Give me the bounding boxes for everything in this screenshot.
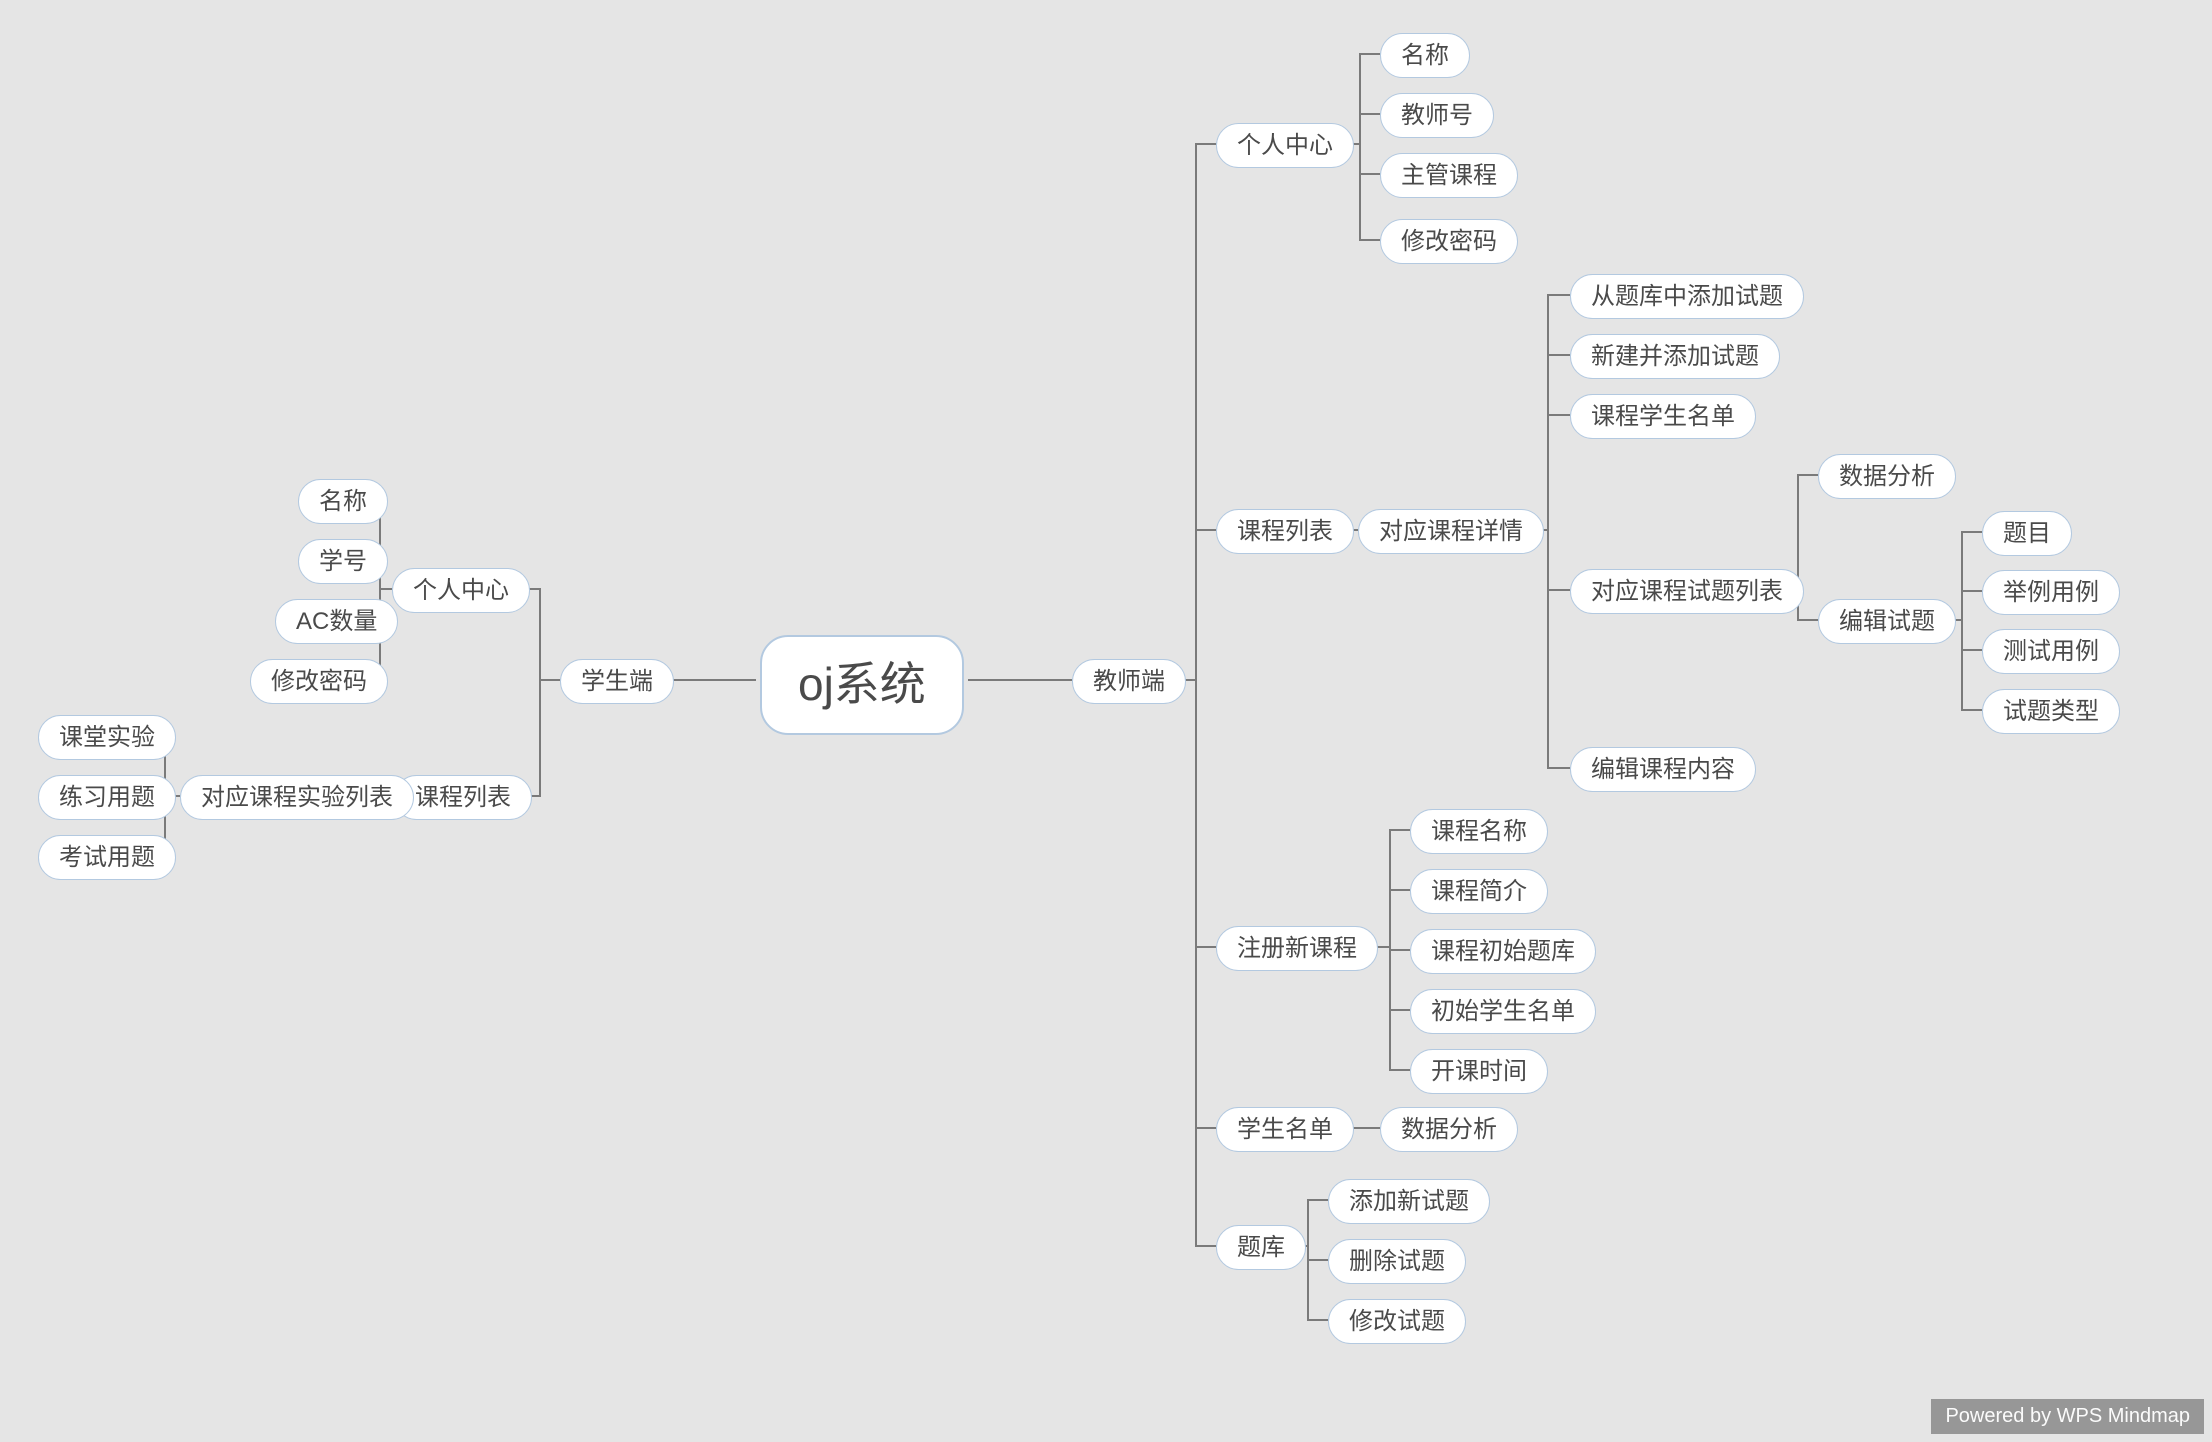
t-course-students[interactable]: 课程学生名单: [1570, 394, 1756, 439]
t-bank-add[interactable]: 添加新试题: [1328, 1179, 1490, 1224]
t-bank-del[interactable]: 删除试题: [1328, 1239, 1466, 1284]
t-pwd[interactable]: 修改密码: [1380, 219, 1518, 264]
t-add-from-bank[interactable]: 从题库中添加试题: [1570, 274, 1804, 319]
t-q-type[interactable]: 试题类型: [1982, 689, 2120, 734]
t-qlist[interactable]: 对应课程试题列表: [1570, 569, 1804, 614]
student-class-exp[interactable]: 课堂实验: [38, 715, 176, 760]
t-q-test[interactable]: 测试用例: [1982, 629, 2120, 674]
teacher-node[interactable]: 教师端: [1072, 659, 1186, 704]
root-node[interactable]: oj系统: [760, 635, 964, 735]
student-pwd[interactable]: 修改密码: [250, 659, 388, 704]
t-courses[interactable]: 课程列表: [1216, 509, 1354, 554]
mindmap-canvas[interactable]: oj系统 学生端 个人中心 名称 学号 AC数量 修改密码 课程列表 对应课程实…: [0, 0, 2212, 1442]
t-stu-analysis[interactable]: 数据分析: [1380, 1107, 1518, 1152]
t-q-title[interactable]: 题目: [1982, 511, 2072, 556]
t-personal[interactable]: 个人中心: [1216, 123, 1354, 168]
t-c-time[interactable]: 开课时间: [1410, 1049, 1548, 1094]
student-ac-count[interactable]: AC数量: [275, 599, 398, 644]
student-practice[interactable]: 练习用题: [38, 775, 176, 820]
t-edit-course[interactable]: 编辑课程内容: [1570, 747, 1756, 792]
t-number[interactable]: 教师号: [1380, 93, 1494, 138]
t-course-detail[interactable]: 对应课程详情: [1358, 509, 1544, 554]
t-c-bank[interactable]: 课程初始题库: [1410, 929, 1596, 974]
t-bank[interactable]: 题库: [1216, 1225, 1306, 1270]
t-bank-mod[interactable]: 修改试题: [1328, 1299, 1466, 1344]
student-exp-list[interactable]: 对应课程实验列表: [180, 775, 414, 820]
t-analysis[interactable]: 数据分析: [1818, 454, 1956, 499]
t-c-stu[interactable]: 初始学生名单: [1410, 989, 1596, 1034]
t-name[interactable]: 名称: [1380, 33, 1470, 78]
watermark-label: Powered by WPS Mindmap: [1931, 1399, 2204, 1434]
student-exam[interactable]: 考试用题: [38, 835, 176, 880]
connector-lines: [0, 0, 2212, 1442]
t-c-desc[interactable]: 课程简介: [1410, 869, 1548, 914]
student-personal[interactable]: 个人中心: [392, 568, 530, 613]
t-q-example[interactable]: 举例用例: [1982, 570, 2120, 615]
t-main-course[interactable]: 主管课程: [1380, 153, 1518, 198]
student-node[interactable]: 学生端: [560, 659, 674, 704]
t-register[interactable]: 注册新课程: [1216, 926, 1378, 971]
t-c-name[interactable]: 课程名称: [1410, 809, 1548, 854]
t-stu-all[interactable]: 学生名单: [1216, 1107, 1354, 1152]
student-courses[interactable]: 课程列表: [394, 775, 532, 820]
t-new-add[interactable]: 新建并添加试题: [1570, 334, 1780, 379]
student-name[interactable]: 名称: [298, 479, 388, 524]
student-number[interactable]: 学号: [298, 539, 388, 584]
t-edit-q[interactable]: 编辑试题: [1818, 599, 1956, 644]
